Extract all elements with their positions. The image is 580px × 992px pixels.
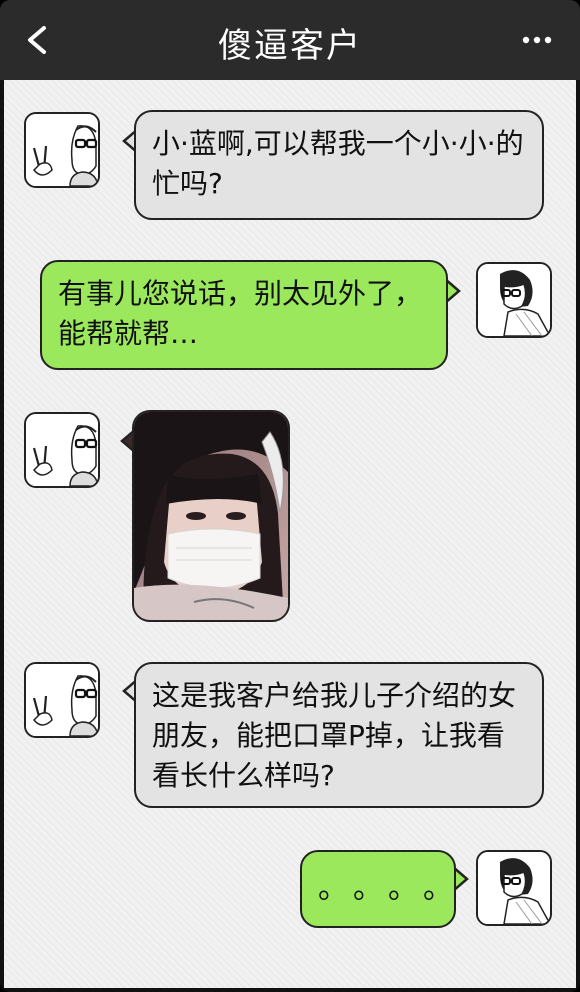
message-text: 小·蓝啊,可以帮我一个小·小·的忙吗? (152, 127, 524, 200)
more-button[interactable] (522, 30, 552, 50)
message-bubble-outgoing[interactable]: 。。。。 (300, 850, 456, 928)
chat-screen: 傻逼客户 小·蓝啊,可以帮我一个小·小·的忙吗? 有事儿您说话，别太见外了，能帮… (0, 0, 580, 992)
message-text: 。。。。 (318, 871, 473, 906)
message-bubble-outgoing[interactable]: 有事儿您说话，别太见外了，能帮就帮… (40, 260, 448, 370)
cartoon-man-avatar-icon (478, 264, 550, 336)
message-text: 有事儿您说话，别太见外了，能帮就帮… (58, 277, 423, 350)
message-text: 这是我客户给我儿子介绍的女朋友，能把口罩P掉，让我看看长什么样吗? (152, 679, 517, 792)
bald-man-avatar-icon (26, 114, 98, 186)
cartoon-man-avatar-icon (478, 852, 550, 924)
my-avatar[interactable] (476, 262, 552, 338)
masked-girl-photo (134, 412, 288, 620)
contact-avatar[interactable] (24, 112, 100, 188)
more-dots-icon (522, 36, 552, 44)
contact-avatar[interactable] (24, 662, 100, 738)
page-title: 傻逼客户 (218, 26, 362, 66)
my-avatar[interactable] (476, 850, 552, 926)
message-list[interactable]: 小·蓝啊,可以帮我一个小·小·的忙吗? 有事儿您说话，别太见外了，能帮就帮… 这… (4, 80, 576, 988)
message-bubble-incoming[interactable]: 小·蓝啊,可以帮我一个小·小·的忙吗? (134, 110, 544, 220)
message-bubble-incoming[interactable]: 这是我客户给我儿子介绍的女朋友，能把口罩P掉，让我看看长什么样吗? (134, 662, 544, 808)
photo-message[interactable] (132, 410, 290, 622)
bald-man-avatar-icon (26, 664, 98, 736)
nav-bar: 傻逼客户 (0, 0, 580, 80)
bald-man-avatar-icon (26, 414, 98, 486)
contact-avatar[interactable] (24, 412, 100, 488)
